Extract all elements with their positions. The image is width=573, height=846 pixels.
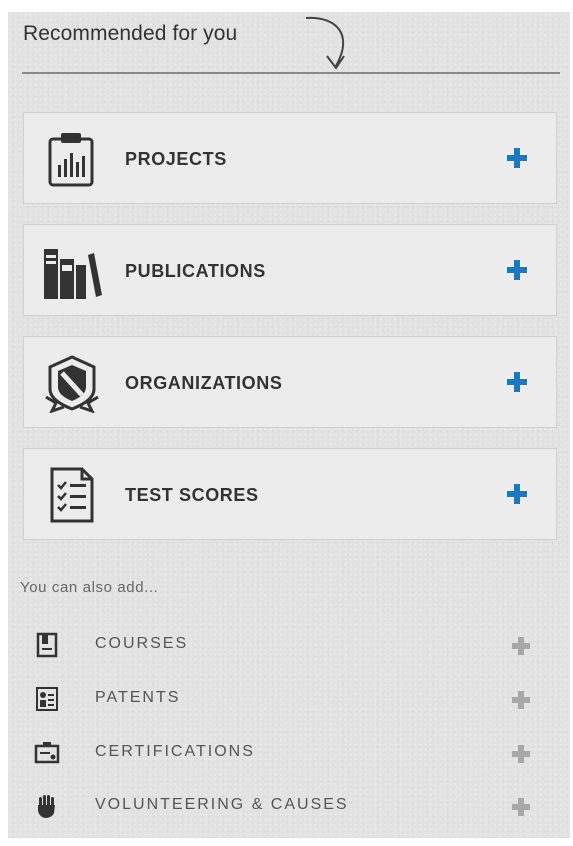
patents-label: PATENTS — [95, 689, 181, 706]
organizations-label: ORGANIZATIONS — [125, 373, 283, 393]
raised-hand-icon — [38, 795, 55, 818]
curved-arrow-icon — [305, 16, 345, 70]
volunteering-label: VOLUNTEERING & CAUSES — [95, 796, 349, 813]
add-courses-plus-icon[interactable] — [512, 637, 530, 655]
add-volunteering-plus-icon[interactable] — [512, 798, 530, 816]
books-icon — [44, 249, 102, 299]
shield-badge-icon — [45, 355, 99, 413]
add-test-scores-plus-icon[interactable] — [506, 483, 528, 505]
courses-label: COURSES — [95, 635, 189, 652]
checklist-icon — [50, 467, 94, 523]
certifications-label: CERTIFICATIONS — [95, 743, 255, 760]
volunteering-row[interactable]: VOLUNTEERING & CAUSES — [22, 786, 542, 826]
add-publications-plus-icon[interactable] — [506, 259, 528, 281]
certificate-icon — [34, 742, 60, 764]
add-organizations-plus-icon[interactable] — [506, 371, 528, 393]
publications-card[interactable]: PUBLICATIONS — [23, 224, 557, 316]
projects-card[interactable]: PROJECTS — [23, 112, 557, 204]
patents-row[interactable]: PATENTS — [22, 679, 542, 719]
panel-title: Recommended for you — [23, 22, 238, 45]
add-projects-plus-icon[interactable] — [506, 147, 528, 169]
clipboard-chart-icon — [48, 133, 94, 187]
course-book-icon — [36, 632, 58, 658]
publications-label: PUBLICATIONS — [125, 261, 266, 281]
add-patents-plus-icon[interactable] — [512, 691, 530, 709]
patent-document-icon — [36, 687, 58, 711]
test-scores-card[interactable]: TEST SCORES — [23, 448, 557, 540]
courses-row[interactable]: COURSES — [22, 625, 542, 665]
test-scores-label: TEST SCORES — [125, 485, 259, 505]
header-divider — [22, 72, 560, 74]
also-add-label: You can also add... — [20, 579, 159, 596]
certifications-row[interactable]: CERTIFICATIONS — [22, 733, 542, 773]
add-certifications-plus-icon[interactable] — [512, 745, 530, 763]
organizations-card[interactable]: ORGANIZATIONS — [23, 336, 557, 428]
projects-label: PROJECTS — [125, 149, 227, 169]
